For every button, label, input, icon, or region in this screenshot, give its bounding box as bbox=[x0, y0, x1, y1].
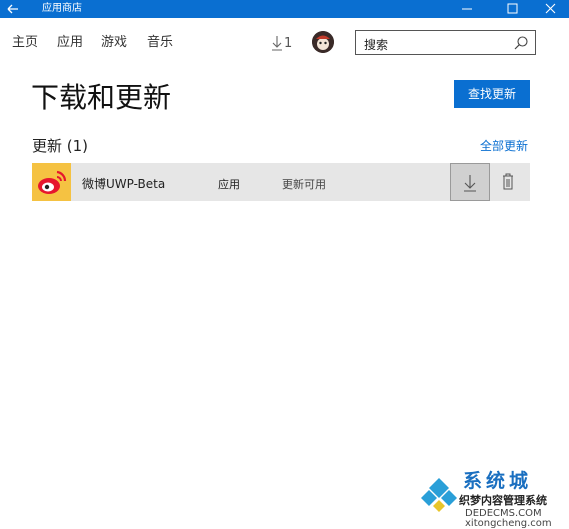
list-item[interactable]: 微博UWP-Beta 应用 更新可用 bbox=[32, 163, 530, 201]
section-title: 更新 (1) bbox=[32, 137, 89, 155]
app-type: 应用 bbox=[218, 178, 240, 191]
maximize-button[interactable] bbox=[496, 0, 528, 18]
nav-item-home[interactable]: 主页 bbox=[12, 35, 38, 51]
remove-update-button[interactable] bbox=[496, 171, 520, 193]
app-name: 微博UWP-Beta bbox=[82, 177, 166, 191]
back-button[interactable] bbox=[0, 0, 26, 18]
app-icon bbox=[32, 163, 71, 201]
watermark-subtitle: 织梦内容管理系统 bbox=[459, 494, 547, 507]
weibo-logo-icon bbox=[32, 163, 71, 201]
trash-icon bbox=[503, 173, 513, 190]
back-arrow-icon bbox=[7, 4, 18, 14]
download-update-button[interactable] bbox=[450, 163, 490, 201]
user-avatar-icon bbox=[312, 31, 334, 53]
watermark-brand: 系统城 bbox=[463, 470, 533, 492]
close-icon bbox=[545, 3, 556, 14]
check-updates-button[interactable]: 查找更新 bbox=[454, 80, 530, 108]
app-status: 更新可用 bbox=[282, 178, 326, 191]
download-arrow-icon bbox=[272, 36, 282, 51]
search-input[interactable]: 搜索 bbox=[364, 36, 388, 53]
magnifier-icon[interactable] bbox=[513, 35, 529, 51]
maximize-icon bbox=[507, 3, 518, 14]
update-all-link[interactable]: 全部更新 bbox=[480, 137, 528, 154]
watermark-url-secondary: xitongcheng.com bbox=[465, 518, 552, 529]
downloads-count: 1 bbox=[284, 36, 293, 51]
close-button[interactable] bbox=[536, 0, 568, 18]
avatar[interactable] bbox=[312, 31, 334, 53]
window-title: 应用商店 bbox=[42, 3, 82, 14]
minimize-icon bbox=[462, 8, 472, 10]
nav-item-apps[interactable]: 应用 bbox=[57, 35, 83, 51]
download-arrow-icon bbox=[464, 175, 476, 192]
nav-item-games[interactable]: 游戏 bbox=[101, 35, 127, 51]
watermark: 系统城 织梦内容管理系统 DEDECMS.COM xitongcheng.com bbox=[415, 466, 569, 529]
title-bar: 应用商店 bbox=[0, 0, 569, 18]
page-title: 下载和更新 bbox=[31, 81, 172, 114]
search-box[interactable]: 搜索 bbox=[355, 30, 536, 55]
nav-item-music[interactable]: 音乐 bbox=[147, 35, 173, 51]
minimize-button[interactable] bbox=[452, 0, 484, 18]
windows-logo-icon bbox=[419, 474, 459, 514]
